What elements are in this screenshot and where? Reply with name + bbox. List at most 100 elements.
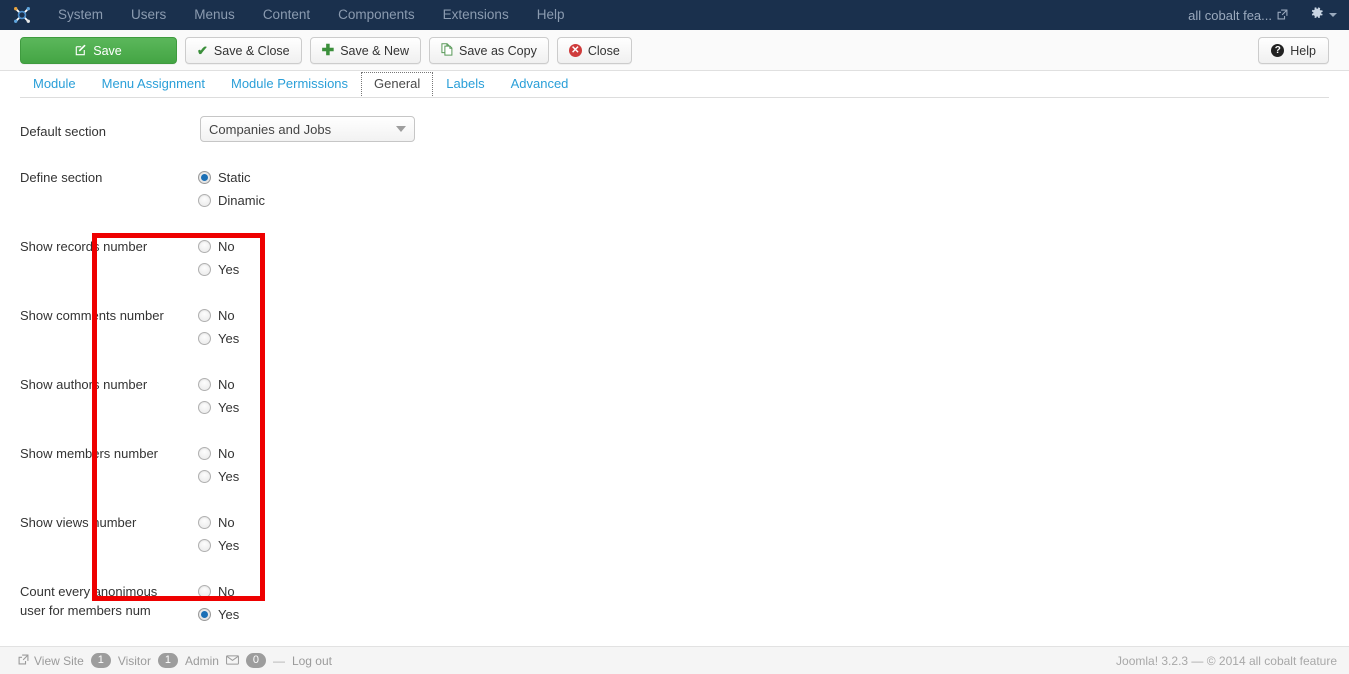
pencil-square-icon — [75, 44, 87, 58]
show-authors-number-option-no[interactable]: No — [198, 373, 239, 396]
close-button-label: Close — [587, 43, 620, 58]
envelope-icon[interactable] — [225, 654, 239, 668]
copy-icon — [441, 43, 453, 58]
settings-menu-button[interactable] — [1302, 6, 1337, 25]
show-views-number-option-no[interactable]: No — [198, 511, 239, 534]
radio-button[interactable] — [198, 539, 211, 552]
status-bar-left: View Site 1 Visitor 1 Admin 0 — Log out — [18, 653, 332, 668]
radio-button[interactable] — [198, 378, 211, 391]
radio-button[interactable] — [198, 263, 211, 276]
visitor-label: Visitor — [117, 653, 151, 668]
show-records-number-option-no[interactable]: No — [198, 235, 239, 258]
status-separator: — — [272, 653, 285, 668]
show-views-number-radio-group: No Yes — [198, 511, 239, 557]
show-records-number-field: No Yes — [198, 235, 239, 281]
radio-label: No — [218, 514, 235, 530]
show-views-number-option-yes[interactable]: Yes — [198, 534, 239, 557]
close-circle-icon: ✕ — [568, 44, 582, 57]
show-authors-number-option-yes[interactable]: Yes — [198, 396, 239, 419]
show-members-number-option-yes[interactable]: Yes — [198, 465, 239, 488]
help-button-label: Help — [1290, 43, 1316, 58]
tab-advanced[interactable]: Advanced — [498, 72, 582, 98]
count-anonimous-label-line2: user for members num — [20, 603, 151, 618]
topnav-item-system[interactable]: System — [44, 0, 117, 30]
show-members-number-radio-group: No Yes — [198, 442, 239, 488]
radio-button[interactable] — [198, 171, 211, 184]
save-button-label: Save — [93, 43, 122, 58]
show-comments-number-option-no[interactable]: No — [198, 304, 239, 327]
save-and-new-button[interactable]: ✚ Save & New — [309, 37, 421, 64]
toolbar: Save ✔ Save & Close ✚ Save & New Save as… — [0, 30, 1349, 71]
define-section-option-static[interactable]: Static — [198, 166, 265, 189]
radio-label: No — [218, 583, 235, 599]
count-anonimous-label-line1: Count every anonimous — [20, 584, 158, 599]
radio-label: No — [218, 376, 235, 392]
external-link-icon — [18, 654, 29, 668]
topnav-item-menus[interactable]: Menus — [180, 0, 249, 30]
default-section-select[interactable]: Companies and Jobs — [200, 116, 415, 142]
site-name-link[interactable]: all cobalt fea... — [1188, 8, 1302, 23]
show-records-number-option-yes[interactable]: Yes — [198, 258, 239, 281]
logout-link[interactable]: Log out — [292, 654, 332, 668]
tab-module[interactable]: Module — [20, 72, 89, 98]
default-section-label: Default section — [20, 124, 106, 139]
radio-button[interactable] — [198, 585, 211, 598]
chevron-down-icon — [1329, 13, 1337, 17]
tab-bar: Module Menu Assignment Module Permission… — [0, 71, 1349, 98]
tab-labels[interactable]: Labels — [433, 72, 497, 98]
view-site-link[interactable]: View Site — [18, 654, 84, 668]
tab-menu-assignment[interactable]: Menu Assignment — [89, 72, 218, 98]
save-button[interactable]: Save — [20, 37, 177, 64]
show-views-number-label: Show views number — [20, 515, 137, 530]
radio-label: Static — [218, 169, 251, 185]
topnav-item-help[interactable]: Help — [523, 0, 579, 30]
gear-icon — [1310, 6, 1324, 25]
radio-button[interactable] — [198, 240, 211, 253]
radio-button[interactable] — [198, 470, 211, 483]
show-comments-number-option-yes[interactable]: Yes — [198, 327, 239, 350]
message-count-badge: 0 — [245, 653, 266, 668]
show-comments-number-label: Show comments number — [20, 308, 164, 323]
topnav-item-components[interactable]: Components — [324, 0, 429, 30]
save-and-new-label: Save & New — [340, 43, 409, 58]
show-members-number-option-no[interactable]: No — [198, 442, 239, 465]
radio-button[interactable] — [198, 608, 211, 621]
show-authors-number-field: No Yes — [198, 373, 239, 419]
top-navigation-bar: System Users Menus Content Components Ex… — [0, 0, 1349, 30]
help-button-wrapper: ? Help — [1258, 37, 1329, 64]
toolbar-buttons: Save ✔ Save & Close ✚ Save & New Save as… — [20, 37, 632, 64]
radio-label: No — [218, 238, 235, 254]
help-button[interactable]: ? Help — [1258, 37, 1329, 64]
count-anonimous-option-no[interactable]: No — [198, 580, 239, 603]
radio-label: Yes — [218, 261, 240, 277]
visitor-count-badge: 1 — [90, 653, 111, 668]
count-anonimous-option-yes[interactable]: Yes — [198, 603, 239, 626]
save-as-copy-button[interactable]: Save as Copy — [429, 37, 549, 64]
show-views-number-field: No Yes — [198, 511, 239, 557]
radio-button[interactable] — [198, 309, 211, 322]
tab-module-permissions[interactable]: Module Permissions — [218, 72, 361, 98]
general-tab-panel: Default section Companies and Jobs Defin… — [0, 98, 1349, 646]
show-records-number-label: Show records number — [20, 239, 148, 254]
radio-button[interactable] — [198, 516, 211, 529]
site-name-label: all cobalt fea... — [1188, 7, 1272, 23]
save-and-close-button[interactable]: ✔ Save & Close — [185, 37, 302, 64]
define-section-label: Define section — [20, 170, 103, 185]
radio-button[interactable] — [198, 401, 211, 414]
topnav-item-extensions[interactable]: Extensions — [429, 0, 523, 30]
show-records-number-radio-group: No Yes — [198, 235, 239, 281]
joomla-logo-icon[interactable] — [0, 0, 44, 30]
radio-button[interactable] — [198, 194, 211, 207]
count-anonimous-radio-group: No Yes — [198, 580, 239, 626]
tab-general[interactable]: General — [361, 72, 434, 98]
define-section-option-dinamic[interactable]: Dinamic — [198, 189, 265, 212]
radio-button[interactable] — [198, 447, 211, 460]
show-members-number-field: No Yes — [198, 442, 239, 488]
topnav-item-users[interactable]: Users — [117, 0, 180, 30]
topnav-item-content[interactable]: Content — [249, 0, 324, 30]
radio-label: Yes — [218, 537, 240, 553]
plus-icon: ✚ — [321, 41, 335, 59]
status-bar: View Site 1 Visitor 1 Admin 0 — Log out … — [0, 646, 1349, 674]
radio-button[interactable] — [198, 332, 211, 345]
close-button[interactable]: ✕ Close — [556, 37, 632, 64]
